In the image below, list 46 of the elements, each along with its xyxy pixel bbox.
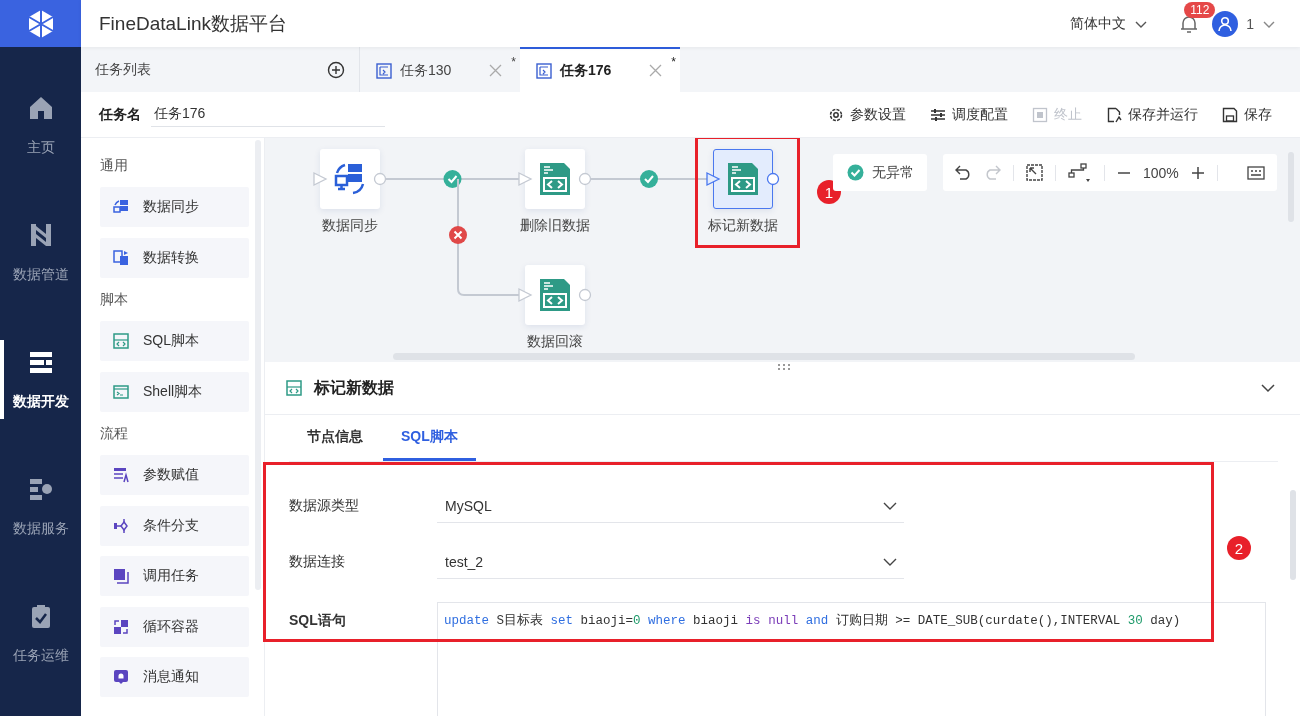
nav-item[interactable]: 数据开发 xyxy=(0,316,81,443)
palette-item[interactable]: 调用任务 xyxy=(100,556,249,596)
app-title: FineDataLink数据平台 xyxy=(99,11,287,36)
callout-number: 2 xyxy=(1227,536,1251,560)
nav-item[interactable]: 任务运维 xyxy=(0,570,81,697)
code-line: update S目标表 set biaoji=0 where biaoji is null and 订购日期 >= DATE_SUB(curdate(),INTERVAL 30 day) xyxy=(444,612,1182,629)
user-menu[interactable]: 1 xyxy=(1212,10,1276,37)
nav-item[interactable]: 数据管道 xyxy=(0,189,81,316)
field-label: 数据连接 xyxy=(289,553,346,571)
palette-item[interactable]: SQL脚本 xyxy=(100,321,249,361)
toolbar-button[interactable]: 保存 xyxy=(1222,105,1272,124)
section-title: 流程 xyxy=(100,424,129,443)
node-label: 标记新数据 xyxy=(707,217,779,235)
section-title: 脚本 xyxy=(100,290,129,309)
code-editor[interactable]: update S目标表 set biaoji=0 where biaoji is null and 订购日期 >= DATE_SUB(curdate(),INTERVAL 30 day) xyxy=(437,602,1266,716)
language-dropdown[interactable]: 简体中文 xyxy=(1070,14,1149,33)
node-label: 删除旧数据 xyxy=(519,217,591,235)
node-label: 数据回滚 xyxy=(526,333,584,351)
task-name-label: 任务名 xyxy=(99,105,141,124)
node-label: 数据同步 xyxy=(321,217,379,235)
panel-title: 标记新数据 xyxy=(314,377,394,398)
field-label: 数据源类型 xyxy=(289,497,360,515)
notification-badge: 112 xyxy=(1184,1,1216,18)
task-list-label: 任务列表 xyxy=(95,60,151,79)
palette-item[interactable]: 参数赋值 xyxy=(100,455,249,495)
toolbar-button[interactable]: 保存并运行 xyxy=(1106,105,1198,124)
palette-item[interactable]: 循环容器 xyxy=(100,606,249,647)
zoom-level: 100% xyxy=(1143,164,1179,181)
detail-tab[interactable]: 节点信息 xyxy=(289,415,381,461)
palette-item[interactable]: 条件分支 xyxy=(100,505,249,546)
nav-item[interactable]: 主页 xyxy=(0,62,81,189)
modified-mark: * xyxy=(671,55,676,69)
status-indicator: 无异常 xyxy=(833,154,927,191)
task-tab[interactable]: 任务176 * xyxy=(520,47,680,92)
nav-item[interactable]: 数据服务 xyxy=(0,443,81,570)
palette-item[interactable]: Shell脚本 xyxy=(100,371,249,412)
palette-item[interactable]: 数据同步 xyxy=(100,187,249,227)
palette-item[interactable]: 数据转换 xyxy=(100,237,249,278)
task-tab[interactable]: 任务130 * xyxy=(360,47,520,92)
toolbar-button[interactable]: 参数设置 xyxy=(828,105,906,124)
palette-item[interactable]: 消息通知 xyxy=(100,657,249,697)
field-label: SQL语句 xyxy=(289,612,347,630)
detail-tab[interactable]: SQL脚本 xyxy=(383,415,476,461)
modified-mark: * xyxy=(511,55,516,69)
toolbar-button[interactable]: 调度配置 xyxy=(930,105,1008,124)
section-title: 通用 xyxy=(100,156,129,175)
